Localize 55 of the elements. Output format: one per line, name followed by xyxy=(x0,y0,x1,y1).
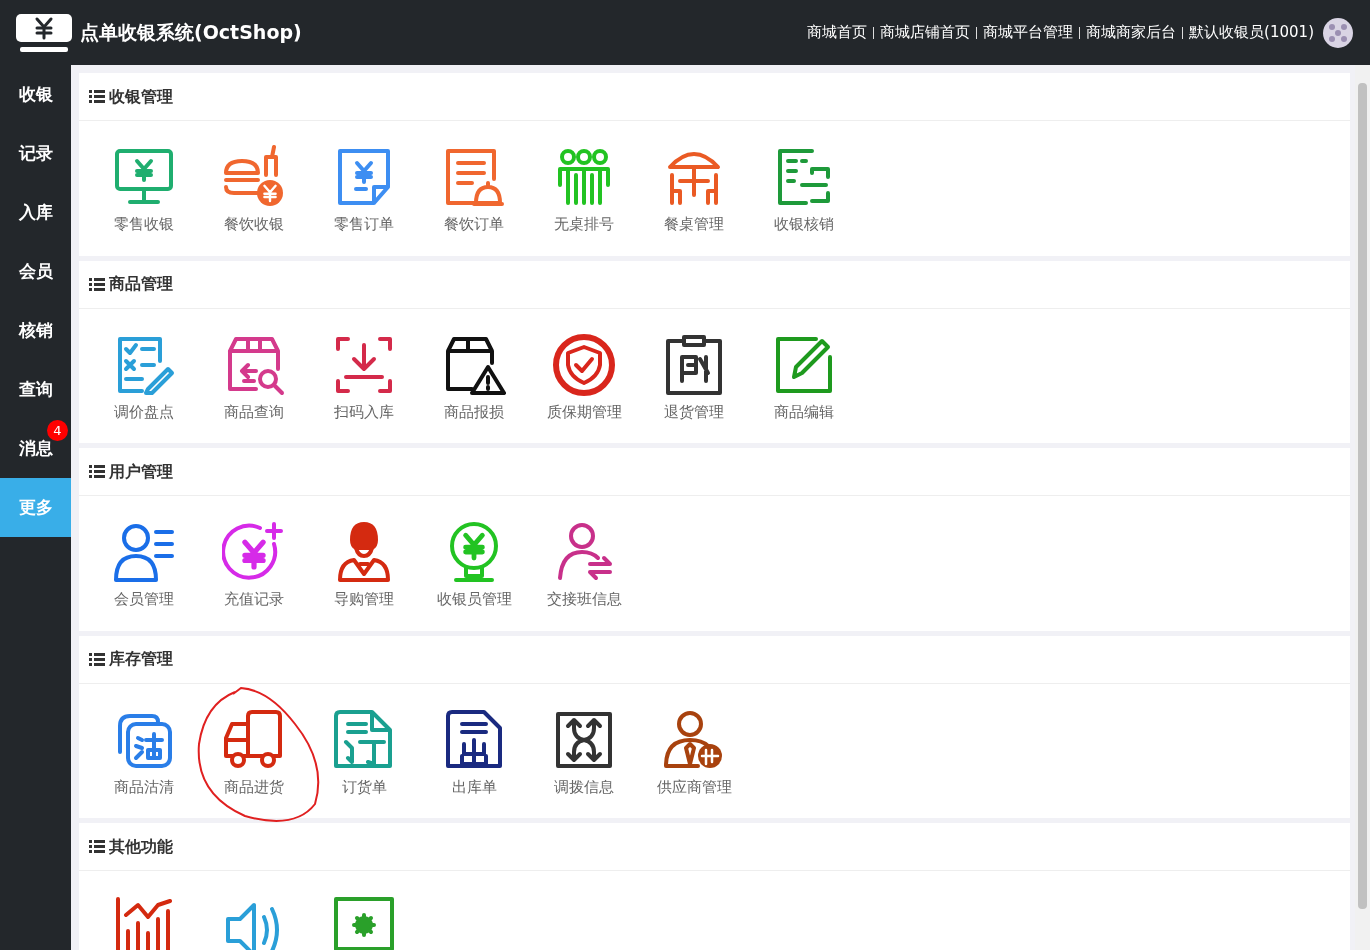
function-tile[interactable]: 收银核销 xyxy=(749,145,859,236)
section-title: 商品管理 xyxy=(109,273,173,295)
sidebar-item[interactable]: 入库 xyxy=(0,183,71,242)
section-title: 收银管理 xyxy=(109,85,173,108)
function-tile[interactable]: 商品报损 xyxy=(419,332,529,423)
notification-badge: 4 xyxy=(47,420,68,441)
function-tile[interactable]: 商品查询 xyxy=(199,332,309,423)
function-tile[interactable]: 会员管理 xyxy=(89,520,199,611)
sidebar-item[interactable]: 消息 4 xyxy=(0,419,71,478)
app-title: 点单收银系统(OctShop) xyxy=(80,20,302,46)
function-tile[interactable]: 无桌排号 xyxy=(529,145,639,236)
list-icon xyxy=(89,90,105,103)
sidebar-item[interactable]: 记录 xyxy=(0,124,71,183)
section-title: 库存管理 xyxy=(109,648,173,670)
logo-icon xyxy=(16,13,72,52)
function-tile[interactable]: 商品进货 xyxy=(199,707,309,798)
function-tile[interactable]: 出库单 xyxy=(419,707,529,798)
list-icon xyxy=(89,277,105,291)
nav-link[interactable]: 商城商家后台 xyxy=(1086,21,1177,44)
function-tile[interactable]: 餐饮收银 xyxy=(199,145,309,236)
function-tile[interactable]: 调拨信息 xyxy=(529,707,639,798)
function-tile[interactable]: 导购管理 xyxy=(309,520,419,611)
function-tile[interactable]: 订货单 xyxy=(309,707,419,798)
sidebar-item[interactable]: 核销 xyxy=(0,301,71,360)
list-icon xyxy=(89,652,105,666)
nav-link[interactable]: 商城首页 xyxy=(807,21,868,44)
function-tile[interactable]: 交接班信息 xyxy=(529,520,639,611)
sidebar-item[interactable]: 会员 xyxy=(0,242,71,301)
section-title: 用户管理 xyxy=(109,460,173,483)
function-tile[interactable]: 商品沽清 xyxy=(89,707,199,798)
function-tile[interactable]: 扫码入库 xyxy=(309,332,419,423)
function-tile[interactable]: 零售收银 xyxy=(89,145,199,236)
function-tile[interactable]: 充值记录 xyxy=(199,520,309,611)
function-tile[interactable]: 收银员管理 xyxy=(419,520,529,611)
function-tile[interactable]: 商品编辑 xyxy=(749,332,859,423)
function-tile[interactable]: 调价盘点 xyxy=(89,332,199,423)
settings-icon[interactable] xyxy=(332,895,396,950)
sidebar-item[interactable]: 收银 xyxy=(0,65,71,124)
function-tile[interactable]: 质保期管理 xyxy=(529,332,639,423)
shield-check-icon xyxy=(552,332,616,397)
function-tile[interactable]: 餐饮订单 xyxy=(419,145,529,236)
nav-link[interactable]: 商城平台管理 xyxy=(983,21,1074,44)
list-icon xyxy=(89,840,105,853)
function-tile[interactable]: 供应商管理 xyxy=(639,707,749,798)
avatar-icon[interactable] xyxy=(1322,16,1354,49)
burger-icon xyxy=(222,145,286,209)
user-name-link[interactable]: 默认收银员(1001) xyxy=(1189,21,1314,44)
function-tile[interactable]: 退货管理 xyxy=(639,332,749,423)
sidebar-item[interactable]: 查询 xyxy=(0,360,71,419)
list-icon xyxy=(89,465,105,478)
function-tile[interactable]: 餐桌管理 xyxy=(639,145,749,236)
nav-link[interactable]: 商城店铺首页 xyxy=(880,21,971,44)
function-tile[interactable]: 零售订单 xyxy=(309,145,419,236)
section-title: 其他功能 xyxy=(109,835,173,858)
scrollbar[interactable] xyxy=(1355,65,1370,950)
